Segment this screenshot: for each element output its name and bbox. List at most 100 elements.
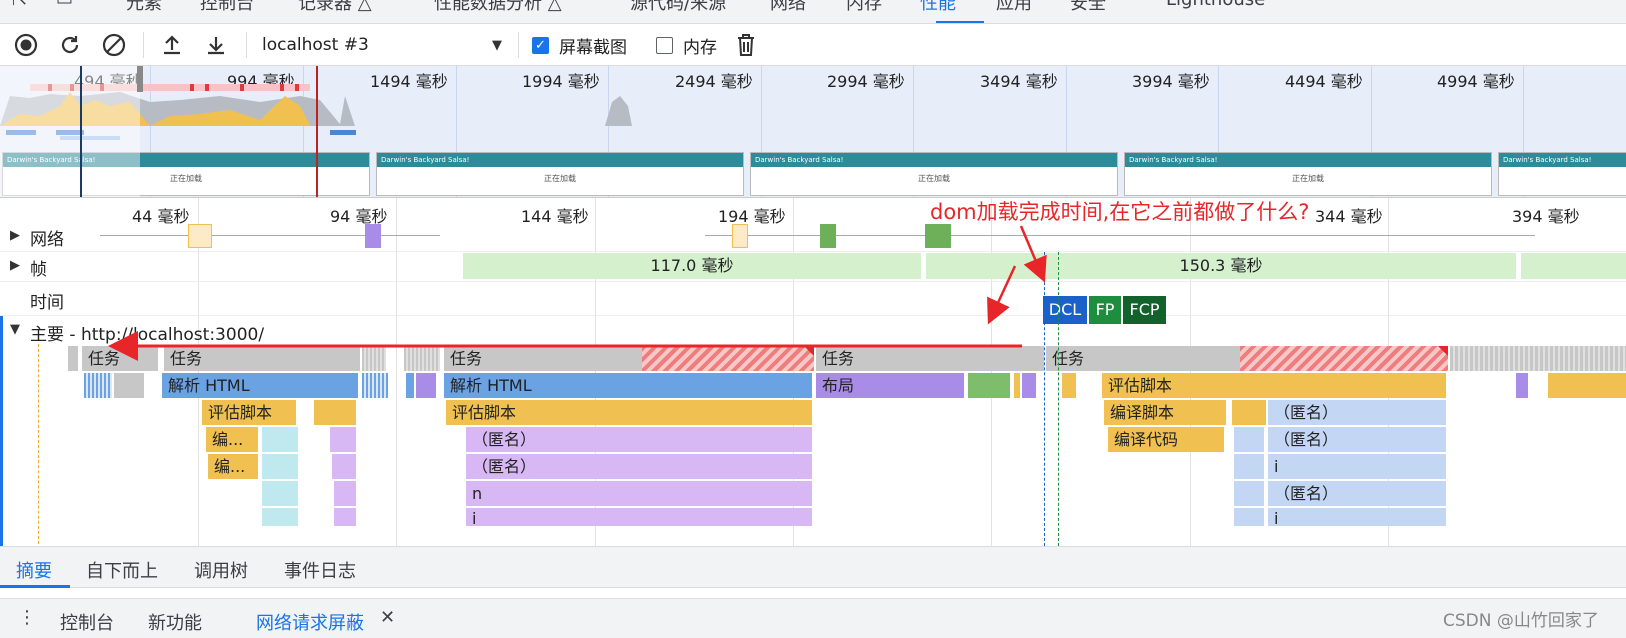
flame-function-i[interactable]: i [1268,508,1446,526]
profile-select[interactable]: localhost #3 ▼ [262,31,512,59]
flame-evaluate-script[interactable]: 评估脚本 [1102,373,1446,398]
filmstrip-frame[interactable]: Darwin's Backyard Salsa! [1498,152,1626,196]
tab-application[interactable]: 应用 [996,0,1032,15]
flame-event[interactable] [1234,454,1264,479]
tab-performance[interactable]: 性能 [920,0,956,15]
flame-event[interactable] [114,373,144,398]
flame-task-cluster[interactable] [362,346,386,371]
flame-task-cluster[interactable] [1450,346,1626,371]
tab-event-log[interactable]: 事件日志 [284,557,356,583]
drawer-tab-whats-new[interactable]: 新功能 [148,609,202,635]
drawer-tab-network-request-blocking[interactable]: 网络请求屏蔽 [256,609,364,635]
flame-parse-html-fragments[interactable] [362,373,388,398]
flame-event[interactable] [1234,427,1264,452]
flame-anonymous[interactable]: （匿名） [1268,481,1446,506]
flame-function-i[interactable]: i [466,508,812,526]
flame-event[interactable] [262,481,298,506]
flame-layout[interactable] [416,373,436,398]
tab-lighthouse[interactable]: Lighthouse [1166,0,1265,10]
more-options-icon[interactable]: ⋮ [18,607,36,628]
network-track[interactable]: ▶ 网络 [0,222,1626,252]
clear-button[interactable] [100,31,128,59]
reload-record-button[interactable] [56,31,84,59]
tab-elements[interactable]: 元素 [126,0,162,15]
tab-console[interactable]: 控制台 [200,0,254,15]
flame-event[interactable] [332,454,356,479]
flame-event[interactable] [1232,400,1266,425]
device-toolbar-icon[interactable]: ▭ [56,0,73,10]
flame-task-cluster[interactable] [404,346,440,371]
flame-anonymous[interactable]: （匿名） [466,454,812,479]
flame-event[interactable] [1062,373,1076,398]
tab-network[interactable]: 网络 [770,0,806,15]
tab-recorder[interactable]: 记录器 △ [298,0,372,15]
memory-checkbox[interactable]: 内存 [656,31,717,59]
flame-event[interactable] [1548,373,1626,398]
tab-summary[interactable]: 摘要 [16,557,52,583]
close-icon[interactable]: ✕ [380,607,395,628]
flame-task[interactable]: 任务 [164,346,360,371]
flame-task[interactable]: 任务 [1046,346,1240,371]
selection-left-handle[interactable] [137,66,143,92]
tab-memory[interactable]: 内存 [846,0,882,15]
filmstrip-frame[interactable]: Darwin's Backyard Salsa! 正在加载 [750,152,1118,196]
flame-event[interactable] [334,481,356,506]
flame-compile[interactable]: 编... [208,454,258,479]
select-element-icon[interactable]: ⇱ [12,0,27,10]
flame-compile-code[interactable]: 编译代码 [1108,427,1224,452]
flame-parse-html[interactable] [406,373,414,398]
tab-performance-insights[interactable]: 性能数据分析 △ [434,0,562,15]
frame-block[interactable]: 117.0 毫秒 [463,253,921,279]
save-profile-button[interactable] [202,31,230,59]
expand-triangle-icon[interactable]: ▶ [10,228,20,243]
flame-evaluate-script[interactable]: 评估脚本 [446,400,812,425]
flame-event[interactable] [1234,508,1264,526]
network-request-bar[interactable] [188,224,212,248]
filmstrip-frame[interactable]: Darwin's Backyard Salsa! 正在加载 [1124,152,1492,196]
drawer-tab-console[interactable]: 控制台 [60,609,114,635]
flame-event[interactable] [334,508,356,526]
load-profile-button[interactable] [158,31,186,59]
flame-event[interactable] [330,427,356,452]
flame-event[interactable] [262,454,298,479]
flame-parse-html-fragments[interactable] [84,373,112,398]
network-request-bar[interactable] [925,224,951,248]
tab-bottom-up[interactable]: 自下而上 [86,557,158,583]
flame-anonymous[interactable]: （匿名） [1268,400,1446,425]
tab-security[interactable]: 安全 [1070,0,1106,15]
long-task-warning[interactable] [1240,346,1448,371]
flame-event[interactable] [1022,373,1036,398]
network-request-bar[interactable] [365,224,381,248]
filmstrip-frame[interactable]: Darwin's Backyard Salsa! 正在加载 [376,152,744,196]
flame-anonymous[interactable]: （匿名） [1268,427,1446,452]
timeline-overview[interactable]: 494 毫秒 994 毫秒 1494 毫秒 1994 毫秒 2494 毫秒 29… [0,66,1626,198]
frames-track[interactable]: ▶ 帧 117.0 毫秒 150.3 毫秒 [0,252,1626,282]
flame-event[interactable] [262,427,298,452]
flame-event[interactable] [1516,373,1528,398]
flame-parse-html[interactable]: 解析 HTML [444,373,812,398]
flame-function-i[interactable]: i [1268,454,1446,479]
flame-task[interactable]: 任务 [82,346,158,371]
flame-compile[interactable]: 编... [206,427,258,452]
flame-task[interactable]: 任务 [816,346,1044,371]
flame-parse-html[interactable]: 解析 HTML [162,373,358,398]
flame-task[interactable] [68,346,78,371]
network-request-bar[interactable] [820,224,836,248]
flame-event[interactable] [1234,481,1264,506]
screenshots-checkbox[interactable]: ✓ 屏幕截图 [532,31,627,59]
flame-task[interactable]: 任务 [444,346,642,371]
flame-compile-script[interactable]: 编译脚本 [1104,400,1226,425]
frame-block[interactable] [1521,253,1626,279]
flame-layout[interactable]: 布局 [816,373,964,398]
flame-evaluate-script[interactable] [314,400,356,425]
network-request-bar[interactable] [732,224,748,248]
collapse-triangle-icon[interactable]: ▼ [10,322,20,337]
main-thread-track[interactable]: ▼ 主要 - http://localhost:3000/ [0,316,1626,345]
expand-triangle-icon[interactable]: ▶ [10,258,20,273]
flame-function-n[interactable]: n [466,481,812,506]
flame-event[interactable] [262,508,298,526]
frame-block[interactable]: 150.3 毫秒 [926,253,1516,279]
record-button[interactable] [12,31,40,59]
long-task-warning[interactable] [642,346,814,371]
flame-evaluate-script[interactable]: 评估脚本 [202,400,296,425]
